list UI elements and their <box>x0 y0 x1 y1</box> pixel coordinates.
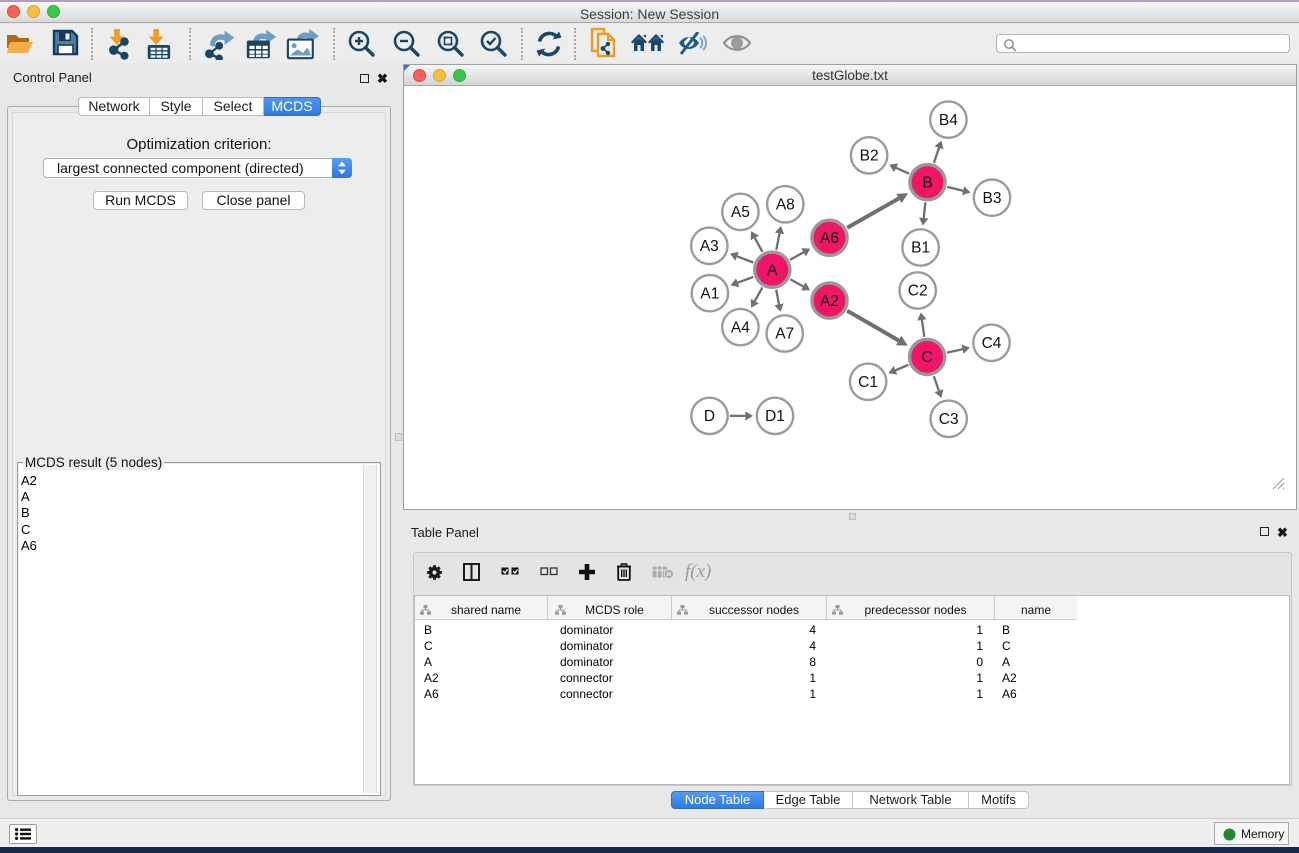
svg-text:D1: D1 <box>765 408 785 425</box>
svg-text:A: A <box>767 262 778 279</box>
svg-text:A3: A3 <box>700 238 719 255</box>
svg-text:C4: C4 <box>982 335 1002 352</box>
svg-text:B: B <box>922 174 932 191</box>
svg-text:C1: C1 <box>858 374 878 391</box>
svg-text:D: D <box>704 408 715 425</box>
svg-text:A8: A8 <box>776 197 795 214</box>
svg-text:A5: A5 <box>731 204 750 221</box>
svg-text:C2: C2 <box>908 283 928 300</box>
svg-text:A7: A7 <box>775 326 794 343</box>
svg-text:A2: A2 <box>820 293 839 310</box>
svg-text:B1: B1 <box>911 240 930 257</box>
svg-text:A4: A4 <box>731 319 750 336</box>
svg-text:B3: B3 <box>983 190 1002 207</box>
svg-text:B2: B2 <box>860 148 879 165</box>
svg-text:A1: A1 <box>700 285 719 302</box>
svg-text:B4: B4 <box>939 112 958 129</box>
svg-text:C3: C3 <box>939 411 959 428</box>
svg-text:C: C <box>921 349 932 366</box>
svg-text:A6: A6 <box>820 230 839 247</box>
